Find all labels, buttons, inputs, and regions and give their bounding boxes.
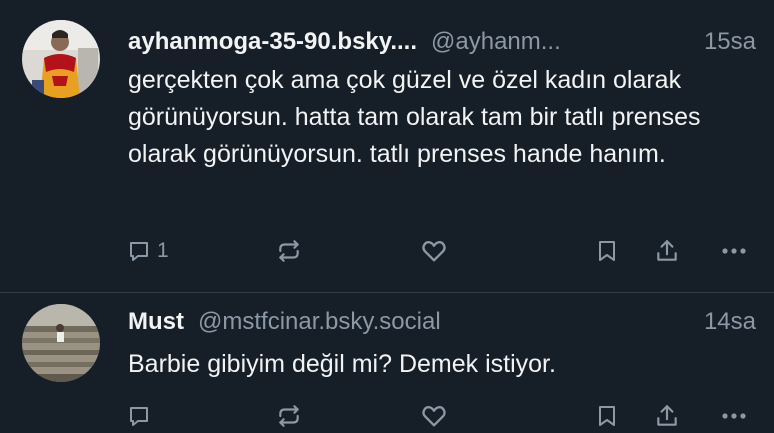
avatar[interactable] xyxy=(22,304,100,382)
post[interactable]: ayhanmoga-35-90.bsky.... @ayhanm... 15sa… xyxy=(0,0,774,292)
avatar[interactable] xyxy=(22,20,100,98)
post-header: ayhanmoga-35-90.bsky.... @ayhanm... 15sa xyxy=(128,27,756,57)
like-icon xyxy=(420,237,448,265)
repost-icon xyxy=(276,238,302,264)
more-icon xyxy=(719,239,749,263)
more-button[interactable] xyxy=(719,399,749,433)
more-button[interactable] xyxy=(719,234,749,268)
repost-button[interactable] xyxy=(276,234,302,268)
reply-icon xyxy=(127,239,151,263)
post-text: gerçekten çok ama çok güzel ve özel kadı… xyxy=(128,66,701,168)
user-handle[interactable]: @mstfcinar.bsky.social xyxy=(198,308,441,336)
reply-icon xyxy=(127,404,151,428)
user-handle[interactable]: @ayhanm... xyxy=(431,28,561,56)
reply-count: 1 xyxy=(157,239,169,262)
more-icon xyxy=(719,404,749,428)
post-actions: 1 xyxy=(0,234,774,268)
like-button[interactable] xyxy=(420,234,448,268)
bookmark-button[interactable] xyxy=(595,234,619,268)
repost-button[interactable] xyxy=(276,399,302,433)
repost-icon xyxy=(276,403,302,429)
reply-button[interactable]: 1 xyxy=(127,234,169,268)
display-name[interactable]: Must xyxy=(128,308,184,336)
like-icon xyxy=(420,402,448,430)
share-button[interactable] xyxy=(654,234,680,268)
share-icon xyxy=(654,238,680,264)
post[interactable]: Must @mstfcinar.bsky.social 14sa Barbie … xyxy=(0,293,774,427)
bookmark-icon xyxy=(595,238,619,264)
timestamp[interactable]: 14sa xyxy=(704,308,756,336)
display-name[interactable]: ayhanmoga-35-90.bsky.... xyxy=(128,28,417,56)
timestamp[interactable]: 15sa xyxy=(704,28,756,56)
share-button[interactable] xyxy=(654,399,680,433)
reply-button[interactable] xyxy=(127,399,151,433)
share-icon xyxy=(654,403,680,429)
post-actions xyxy=(0,399,774,433)
post-text: Barbie gibiyim değil mi? Demek istiyor. xyxy=(128,350,556,378)
post-header: Must @mstfcinar.bsky.social 14sa xyxy=(128,307,756,337)
like-button[interactable] xyxy=(420,399,448,433)
bookmark-button[interactable] xyxy=(595,399,619,433)
bookmark-icon xyxy=(595,403,619,429)
